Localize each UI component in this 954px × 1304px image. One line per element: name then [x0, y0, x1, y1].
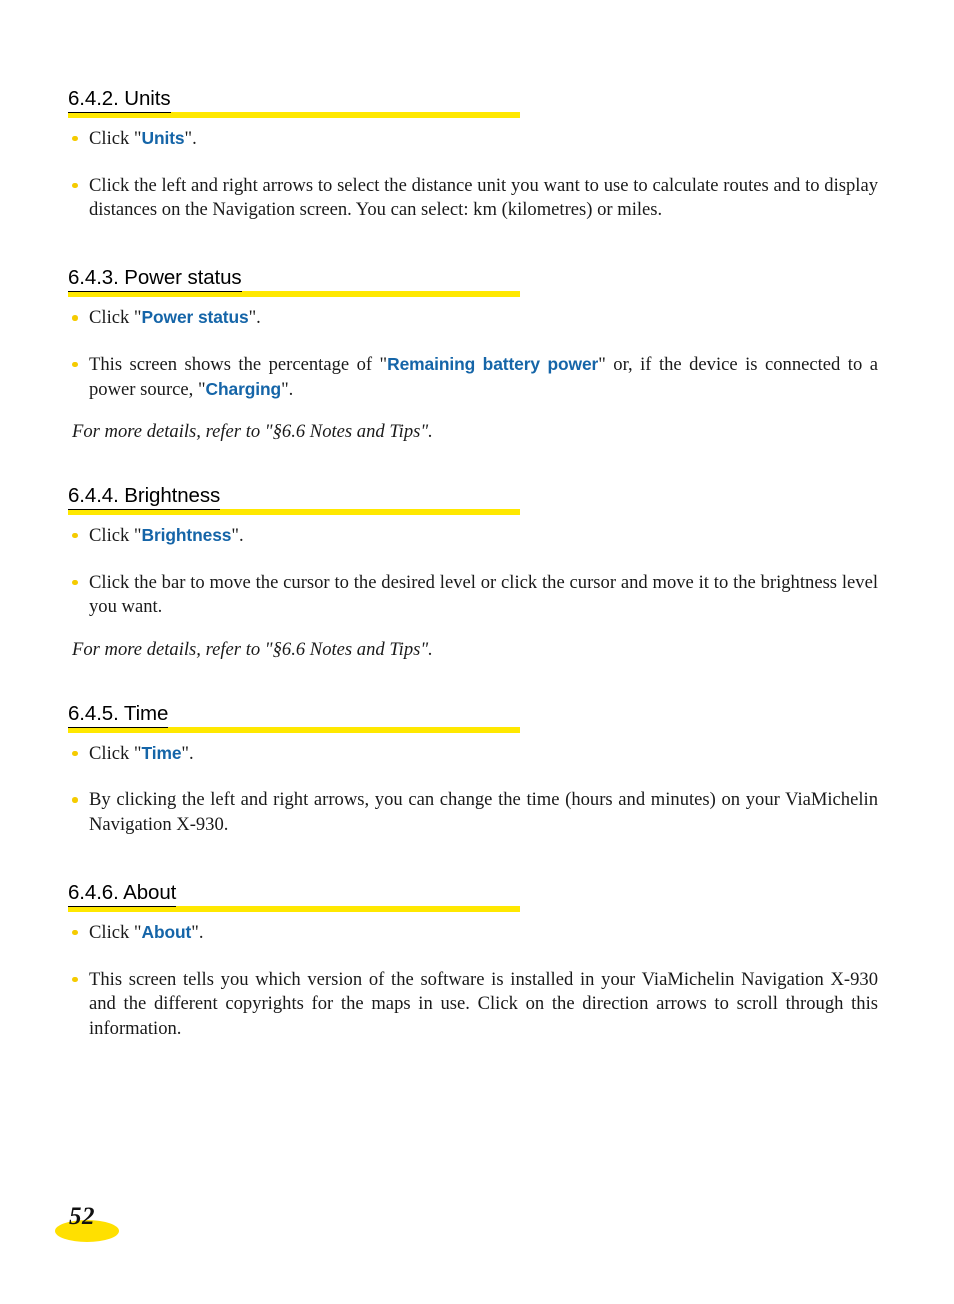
- bullet-list: Click "Power status". This screen shows t…: [68, 306, 878, 402]
- section-heading: 6.4.6. About: [68, 881, 520, 912]
- bullet-text: Click ": [89, 127, 142, 149]
- bullet-text: Click ": [89, 307, 142, 329]
- bullet-item: Click "Power status".: [68, 306, 878, 331]
- page-content: 6.4.2. Units Click "Units". Click the left…: [68, 87, 878, 1042]
- section-heading: 6.4.4. Brightness: [68, 484, 520, 515]
- section: 6.4.6. About Click "About". This screen te…: [68, 881, 878, 1042]
- document-page: 6.4.2. Units Click "Units". Click the left…: [0, 0, 954, 1304]
- bullet-text: ".: [181, 742, 194, 764]
- ui-reference-label: Brightness: [141, 524, 232, 545]
- bullet-text: Click the bar to move the cursor to the …: [89, 571, 878, 618]
- bullet-item: Click "Time".: [68, 742, 878, 767]
- bullet-item: Click "Brightness".: [68, 524, 878, 549]
- bullet-text: ".: [191, 921, 204, 943]
- bullet-text: This screen tells you which version of t…: [89, 968, 878, 1039]
- bullet-list: Click "About". This screen tells you whic…: [68, 921, 878, 1042]
- section: 6.4.3. Power status Click "Power status".…: [68, 266, 878, 445]
- section: 6.4.5. Time Click "Time". By clicking the …: [68, 702, 878, 838]
- ui-reference-label: Remaining battery power: [387, 353, 599, 374]
- bullet-text: ".: [281, 378, 294, 400]
- bullet-item: This screen tells you which version of t…: [68, 968, 878, 1042]
- bullet-item: This screen shows the percentage of "Rem…: [68, 353, 878, 402]
- bullet-text: Click ": [89, 742, 142, 764]
- ui-reference-label: Charging: [205, 378, 282, 399]
- bullet-item: Click "Units".: [68, 127, 878, 152]
- section: 6.4.4. Brightness Click "Brightness". Clic…: [68, 484, 878, 663]
- section-heading: 6.4.2. Units: [68, 87, 520, 118]
- bullet-text: By clicking the left and right arrows, y…: [89, 789, 878, 836]
- section-heading-text: 6.4.3. Power status: [68, 266, 242, 293]
- bullet-text: ".: [184, 127, 197, 149]
- bullet-list: Click "Units". Click the left and right a…: [68, 127, 878, 223]
- section-note: For more details, refer to "§6.6 Notes a…: [72, 639, 433, 661]
- section-heading-text: 6.4.5. Time: [68, 702, 168, 728]
- section-heading: 6.4.3. Power status: [68, 266, 520, 298]
- section-heading-text: 6.4.2. Units: [68, 87, 171, 113]
- ui-reference-label: Time: [141, 742, 182, 763]
- section-note: For more details, refer to "§6.6 Notes a…: [72, 421, 433, 443]
- ui-reference-label: Power status: [141, 307, 249, 328]
- bullet-item: Click the bar to move the cursor to the …: [68, 571, 878, 620]
- bullet-text: Click the left and right arrows to selec…: [89, 174, 878, 221]
- bullet-text: Click ": [89, 524, 142, 546]
- section-heading: 6.4.5. Time: [68, 702, 520, 733]
- bullet-list: Click "Brightness". Click the bar to move…: [68, 524, 878, 620]
- ui-reference-label: About: [141, 921, 192, 942]
- bullet-text: ".: [248, 307, 261, 329]
- bullet-text: ".: [231, 524, 244, 546]
- page-number-text: 52: [69, 1203, 95, 1230]
- page-number: 52: [55, 1204, 175, 1250]
- bullet-item: By clicking the left and right arrows, y…: [68, 788, 878, 837]
- section-heading-text: 6.4.6. About: [68, 881, 176, 907]
- bullet-text: Click ": [89, 921, 142, 943]
- bullet-text: This screen shows the percentage of ": [89, 353, 388, 375]
- bullet-list: Click "Time". By clicking the left and ri…: [68, 742, 878, 838]
- section: 6.4.2. Units Click "Units". Click the left…: [68, 87, 878, 223]
- ui-reference-label: Units: [141, 127, 185, 148]
- section-heading-text: 6.4.4. Brightness: [68, 484, 220, 510]
- bullet-item: Click "About".: [68, 921, 878, 946]
- bullet-item: Click the left and right arrows to selec…: [68, 174, 878, 223]
